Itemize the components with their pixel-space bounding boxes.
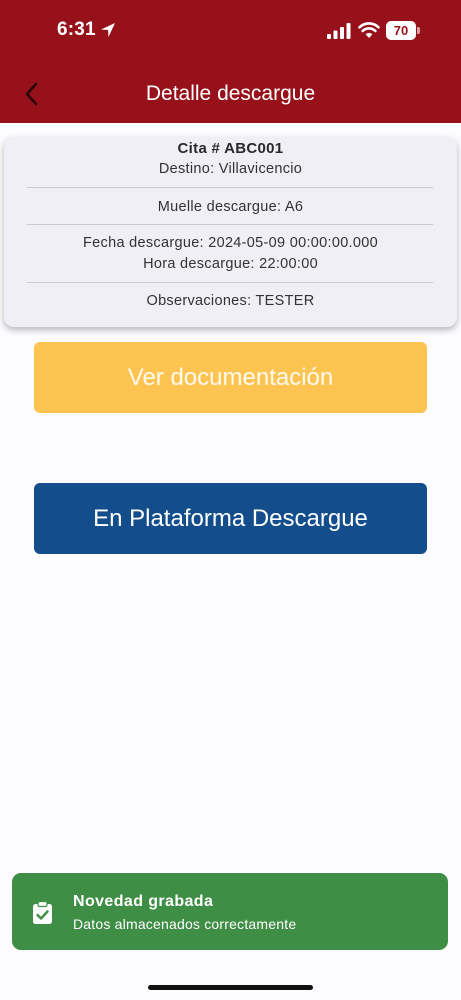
clipboard-check-icon [33, 901, 52, 924]
toast-title: Novedad grabada [73, 893, 214, 910]
location-arrow-icon [101, 23, 115, 37]
success-toast: Novedad grabada Datos almacenados correc… [12, 873, 448, 950]
unload-time-text: Hora descargue: 22:00:00 [143, 256, 318, 272]
view-documentation-button[interactable]: Ver documentación [34, 342, 427, 413]
dock-text: Muelle descargue: A6 [157, 199, 304, 215]
battery-icon: 70 [386, 21, 420, 40]
status-time: 6:31 [57, 19, 96, 40]
page-title: Detalle descargue [145, 82, 316, 105]
divider [27, 187, 433, 188]
on-platform-unload-button[interactable]: En Plataforma Descargue [34, 483, 427, 554]
appointment-card: Cita # ABC001 Destino: Villavicencio Mue… [4, 137, 457, 327]
divider [27, 224, 433, 225]
divider [27, 282, 433, 283]
signal-icon [327, 23, 351, 39]
toast-message: Datos almacenados correctamente [73, 916, 297, 932]
appointment-title: Cita # ABC001 [177, 140, 284, 157]
observations-text: Observaciones: TESTER [146, 293, 315, 309]
unload-date-text: Fecha descargue: 2024-05-09 00:00:00.000 [83, 235, 378, 251]
destination-text: Destino: Villavicencio [158, 161, 303, 177]
screen: 6:31 70 Detalle descargue Cita # ABC001 … [0, 0, 461, 1000]
battery-level: 70 [393, 23, 409, 38]
app-header: 6:31 70 Detalle descargue [0, 0, 461, 123]
home-indicator[interactable] [148, 985, 313, 990]
wifi-icon [358, 22, 380, 38]
